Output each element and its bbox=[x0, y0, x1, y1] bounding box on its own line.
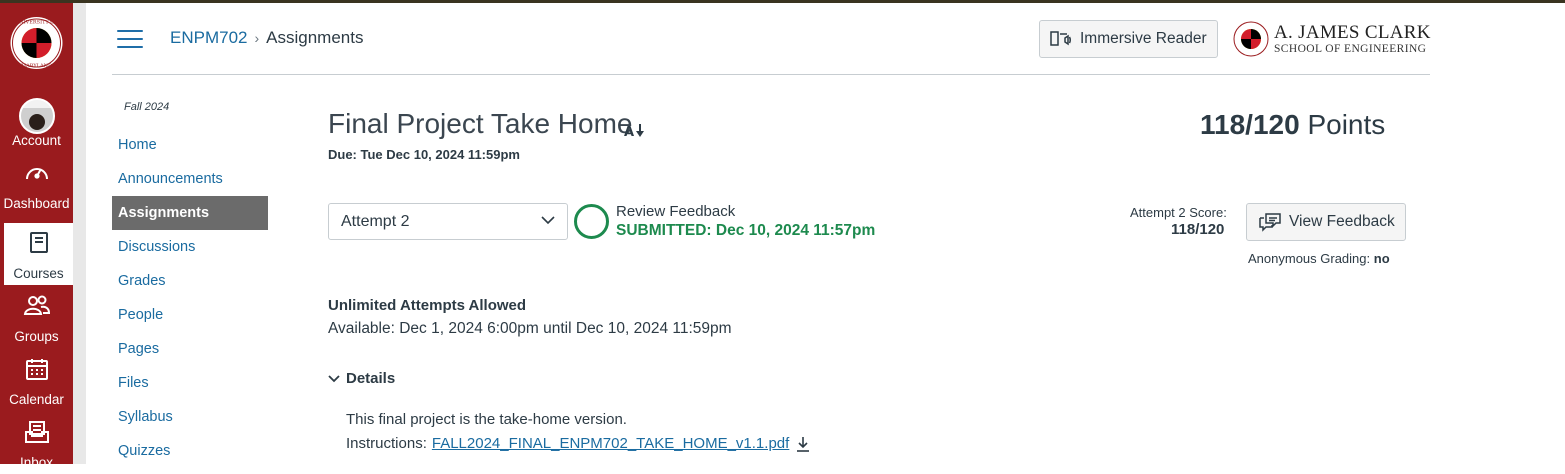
download-icon[interactable] bbox=[796, 436, 810, 452]
submission-status: SUBMITTED: Dec 10, 2024 11:57pm bbox=[616, 222, 876, 239]
global-nav-label: Dashboard bbox=[3, 196, 70, 211]
umd-logo[interactable]: UNIVERSITY OF MARYLAND bbox=[8, 9, 65, 77]
immersive-reader-button[interactable]: Immersive Reader bbox=[1039, 20, 1218, 58]
anonymous-grading-value: no bbox=[1373, 251, 1390, 266]
global-nav-inbox[interactable]: Inbox bbox=[0, 412, 73, 474]
course-nav-home[interactable]: Home bbox=[112, 128, 268, 162]
anonymous-grading: Anonymous Grading: no bbox=[1248, 251, 1390, 266]
people-icon bbox=[23, 295, 50, 315]
attempt-select[interactable]: Attempt 2 bbox=[328, 203, 568, 240]
details-toggle[interactable]: Details bbox=[328, 370, 395, 387]
course-nav: Home Announcements Assignments Discussio… bbox=[112, 128, 268, 468]
course-nav-pages[interactable]: Pages bbox=[112, 332, 268, 366]
assignment-title: Final Project Take Home bbox=[328, 108, 633, 139]
clark-logo-line1: A. JAMES CLARK bbox=[1274, 22, 1431, 43]
course-nav-announcements[interactable]: Announcements bbox=[112, 162, 268, 196]
global-nav-label: Account bbox=[12, 133, 61, 148]
nav-scroll-gutter bbox=[73, 3, 86, 464]
chevron-down-icon bbox=[328, 374, 340, 382]
course-menu-toggle[interactable] bbox=[117, 30, 143, 50]
availability: Available: Dec 1, 2024 6:00pm until Dec … bbox=[328, 320, 732, 337]
attempt-score-value: 118/120 bbox=[1171, 221, 1225, 238]
course-nav-assignments[interactable]: Assignments bbox=[112, 196, 268, 230]
inbox-icon bbox=[24, 421, 49, 443]
instructions-line: Instructions: FALL2024_FINAL_ENPM702_TAK… bbox=[346, 435, 810, 452]
attempt-score-label: Attempt 2 Score: bbox=[1130, 205, 1227, 220]
umd-seal-icon bbox=[1233, 21, 1269, 57]
course-nav-syllabus[interactable]: Syllabus bbox=[112, 400, 268, 434]
svg-text:A: A bbox=[624, 125, 634, 138]
global-nav-label: Courses bbox=[13, 266, 64, 281]
book-icon bbox=[29, 232, 48, 253]
global-nav-courses[interactable]: Courses bbox=[4, 223, 73, 285]
global-nav-label: Inbox bbox=[19, 455, 54, 470]
global-nav-dashboard[interactable]: Dashboard bbox=[0, 153, 73, 215]
course-nav-grades[interactable]: Grades bbox=[112, 264, 268, 298]
global-nav-calendar[interactable]: Calendar bbox=[0, 349, 73, 411]
sort-az-icon[interactable]: A bbox=[624, 122, 648, 138]
course-term: Fall 2024 bbox=[124, 101, 170, 113]
global-nav-label: Calendar bbox=[9, 392, 64, 407]
review-feedback-label: Review Feedback bbox=[616, 203, 736, 220]
avatar bbox=[19, 98, 55, 134]
clark-school-logo: A. JAMES CLARK SCHOOL OF ENGINEERING bbox=[1233, 19, 1433, 61]
details-label: Details bbox=[346, 370, 396, 387]
points-display: 118/120 Points bbox=[1200, 109, 1385, 141]
window-top-border bbox=[0, 0, 1565, 3]
points-word: Points bbox=[1307, 109, 1386, 140]
assignment-description: This final project is the take-home vers… bbox=[346, 411, 627, 428]
feedback-icon bbox=[1259, 213, 1281, 232]
global-nav-account[interactable]: Account bbox=[0, 90, 73, 152]
course-nav-people[interactable]: People bbox=[112, 298, 268, 332]
attempts-allowed: Unlimited Attempts Allowed bbox=[328, 297, 527, 314]
view-feedback-button[interactable]: View Feedback bbox=[1246, 203, 1406, 241]
course-nav-discussions[interactable]: Discussions bbox=[112, 230, 268, 264]
attempt-select-value: Attempt 2 bbox=[341, 213, 410, 230]
immersive-reader-icon bbox=[1050, 31, 1071, 46]
instructions-label: Instructions: bbox=[346, 435, 427, 452]
course-nav-quizzes[interactable]: Quizzes bbox=[112, 434, 268, 468]
instructions-file-link[interactable]: FALL2024_FINAL_ENPM702_TAKE_HOME_v1.1.pd… bbox=[432, 435, 789, 452]
course-nav-files[interactable]: Files bbox=[112, 366, 268, 400]
header-divider bbox=[112, 74, 1430, 75]
anonymous-grading-label: Anonymous Grading: bbox=[1248, 251, 1371, 266]
global-nav-label: Groups bbox=[14, 329, 59, 344]
chevron-right-icon: › bbox=[254, 30, 260, 46]
points-score: 118/120 bbox=[1200, 109, 1300, 140]
breadcrumb: ENPM702 › Assignments bbox=[170, 28, 363, 48]
breadcrumb-current: Assignments bbox=[266, 28, 364, 47]
clark-logo-line2: SCHOOL OF ENGINEERING bbox=[1274, 43, 1427, 55]
calendar-icon bbox=[25, 359, 48, 380]
breadcrumb-course-link[interactable]: ENPM702 bbox=[170, 28, 247, 47]
submission-status-icon bbox=[574, 204, 609, 239]
svg-text:UNIVERSITY OF: UNIVERSITY OF bbox=[15, 20, 58, 26]
global-nav: UNIVERSITY OF MARYLAND Account Dashboard… bbox=[0, 3, 73, 470]
chevron-down-icon bbox=[541, 216, 555, 225]
svg-text:MARYLAND: MARYLAND bbox=[21, 63, 52, 69]
view-feedback-label: View Feedback bbox=[1289, 213, 1395, 230]
immersive-reader-label: Immersive Reader bbox=[1080, 30, 1207, 47]
due-date: Due: Tue Dec 10, 2024 11:59pm bbox=[328, 147, 520, 162]
global-nav-groups[interactable]: Groups bbox=[0, 286, 73, 348]
speedometer-icon bbox=[25, 168, 48, 180]
